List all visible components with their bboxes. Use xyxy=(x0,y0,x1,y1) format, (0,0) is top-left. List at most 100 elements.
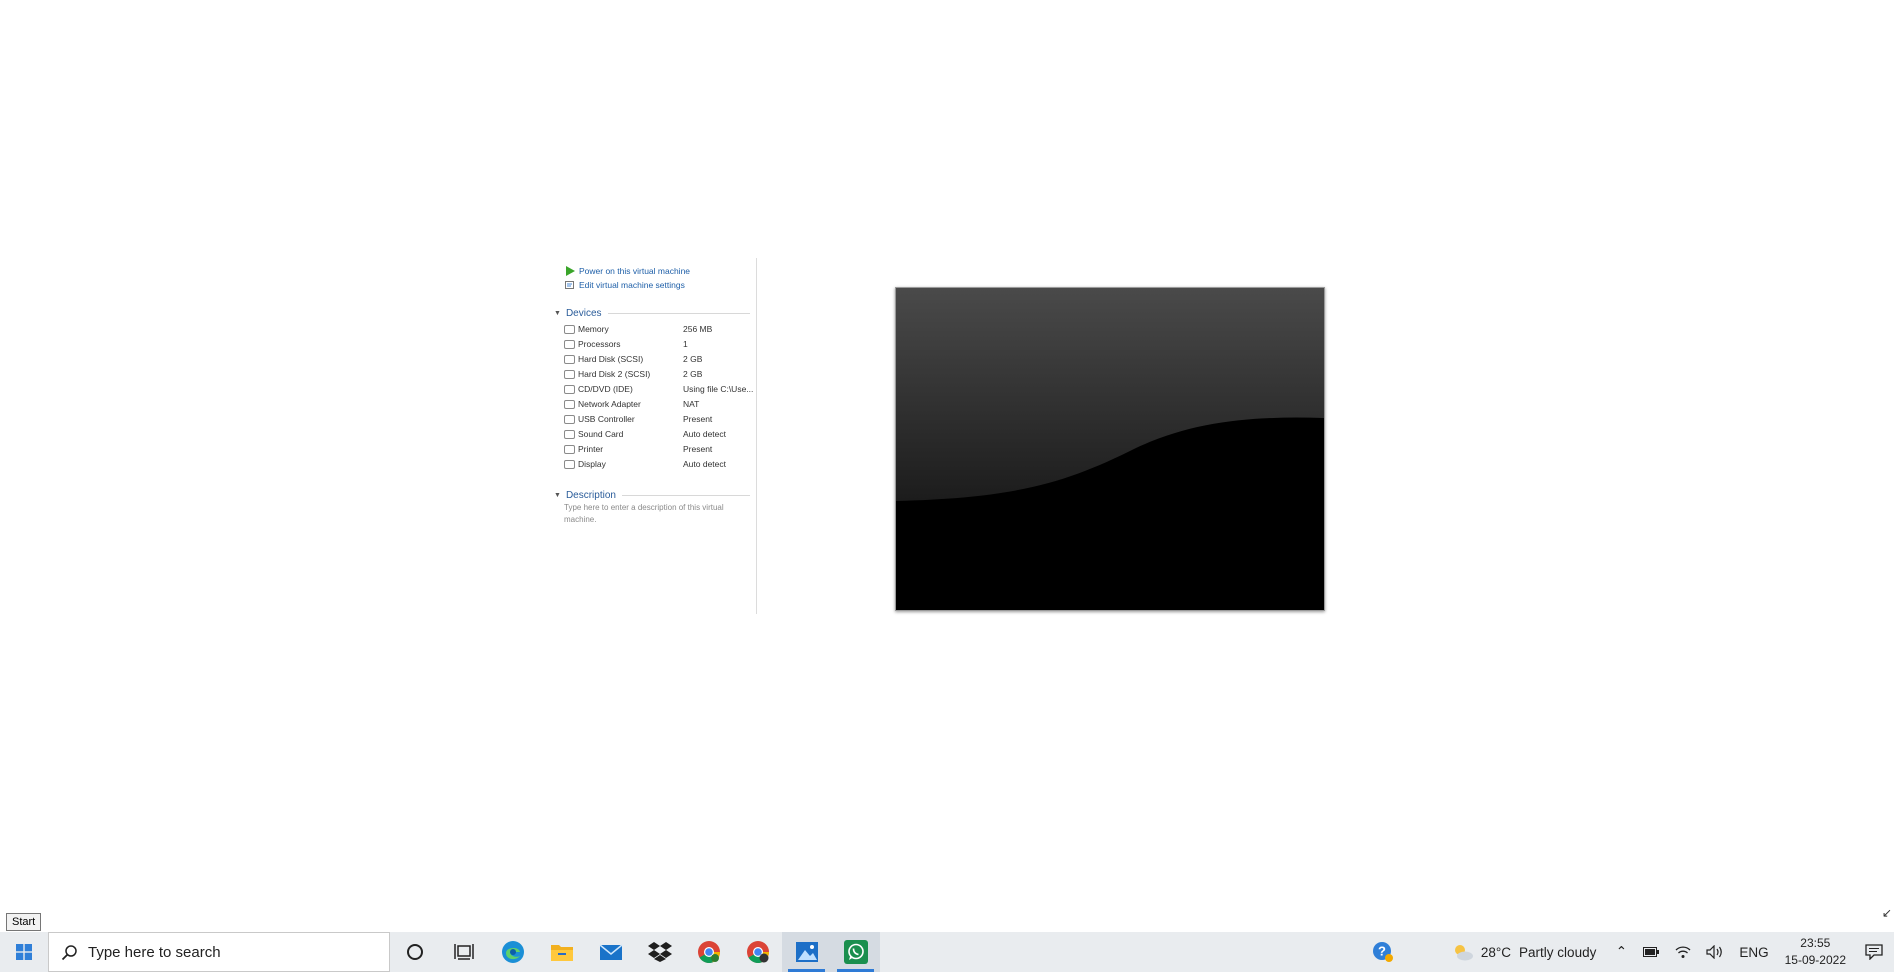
device-value: NAT xyxy=(683,399,700,409)
speaker-icon xyxy=(564,429,575,439)
help-icon: ? xyxy=(1372,942,1393,962)
svg-text:?: ? xyxy=(1378,944,1386,959)
device-row[interactable]: Sound Card Auto detect xyxy=(564,427,756,441)
device-row[interactable]: Network Adapter NAT xyxy=(564,397,756,411)
task-view-icon xyxy=(453,944,474,960)
mail-button[interactable] xyxy=(586,932,635,972)
usb-icon xyxy=(564,414,575,424)
start-button[interactable] xyxy=(0,932,48,972)
device-name: Hard Disk 2 (SCSI) xyxy=(578,369,651,379)
devices-heading: Devices xyxy=(565,307,602,319)
search-icon xyxy=(61,944,77,960)
notification-icon xyxy=(1865,944,1883,960)
edge-button[interactable] xyxy=(488,932,537,972)
device-value: 2 GB xyxy=(683,354,703,364)
chrome-profile-button[interactable] xyxy=(733,932,782,972)
edit-vm-settings-link[interactable]: Edit virtual machine settings xyxy=(564,278,685,292)
device-name: Processors xyxy=(578,339,621,349)
device-name: Sound Card xyxy=(578,429,624,439)
file-explorer-icon xyxy=(550,945,573,961)
battery-button[interactable] xyxy=(1635,932,1667,972)
photos-button[interactable] xyxy=(782,932,831,972)
file-explorer-button[interactable] xyxy=(537,932,586,972)
device-row[interactable]: Hard Disk 2 (SCSI) 2 GB xyxy=(564,367,756,381)
language-indicator[interactable]: ENG xyxy=(1731,932,1776,972)
wifi-icon xyxy=(1675,946,1691,958)
device-name: Display xyxy=(578,459,606,469)
device-row[interactable]: Memory 256 MB xyxy=(564,322,756,336)
device-value: Present xyxy=(683,414,713,424)
vm-summary-panel: Power on this virtual machine Edit virtu… xyxy=(552,258,757,614)
volume-button[interactable] xyxy=(1699,932,1731,972)
device-value: Auto detect xyxy=(683,459,727,469)
dropbox-icon xyxy=(647,942,672,962)
network-adapter-icon xyxy=(564,399,575,409)
collapse-arrow-icon: ▼ xyxy=(554,309,561,317)
edit-settings-label: Edit virtual machine settings xyxy=(579,280,685,290)
device-value: 256 MB xyxy=(683,324,713,334)
edge-icon xyxy=(501,941,524,963)
chevron-up-icon: ⌃ xyxy=(1615,944,1627,959)
taskbar-search-box[interactable]: Type here to search xyxy=(48,932,390,972)
help-button[interactable]: ? xyxy=(1358,932,1408,972)
devices-section-header[interactable]: ▼ Devices xyxy=(554,306,750,320)
memory-icon xyxy=(564,324,575,334)
vm-preview-graphic xyxy=(896,288,1324,610)
system-tray: ? 28°C Partly cloudy ⌃ ENG 23:55 15-09-2… xyxy=(1358,932,1894,972)
task-view-button[interactable] xyxy=(439,932,488,972)
clock-time: 23:55 xyxy=(1800,936,1831,950)
divider xyxy=(621,494,750,496)
device-row[interactable]: Hard Disk (SCSI) 2 GB xyxy=(564,352,756,366)
description-heading: Description xyxy=(565,489,616,501)
divider xyxy=(607,312,750,314)
device-name: Memory xyxy=(578,324,609,334)
hard-disk-icon xyxy=(564,354,575,364)
cd-dvd-icon xyxy=(564,384,575,394)
dropbox-button[interactable] xyxy=(635,932,684,972)
weather-temp: 28°C xyxy=(1480,944,1512,960)
device-value: 1 xyxy=(683,339,688,349)
play-icon xyxy=(564,266,575,277)
clock[interactable]: 23:55 15-09-2022 xyxy=(1777,932,1854,972)
device-name: Network Adapter xyxy=(578,399,641,409)
description-field[interactable]: Type here to enter a description of this… xyxy=(564,502,734,526)
windows-logo-icon xyxy=(16,944,32,960)
processor-icon xyxy=(564,339,575,349)
search-placeholder: Type here to search xyxy=(88,943,221,961)
device-name: CD/DVD (IDE) xyxy=(578,384,633,394)
device-row[interactable]: CD/DVD (IDE) Using file C:\Use... xyxy=(564,382,756,396)
weather-widget[interactable]: 28°C Partly cloudy xyxy=(1446,932,1601,972)
device-row[interactable]: Printer Present xyxy=(564,442,756,456)
partly-cloudy-icon xyxy=(1454,945,1473,961)
cortana-button[interactable] xyxy=(390,932,439,972)
chrome-icon xyxy=(697,941,720,963)
show-hidden-icons-button[interactable]: ⌃ xyxy=(1607,932,1635,972)
power-on-vm-link[interactable]: Power on this virtual machine xyxy=(564,264,690,278)
monitor-icon xyxy=(564,459,575,469)
speaker-icon xyxy=(1706,945,1723,959)
whatsapp-button[interactable] xyxy=(831,932,880,972)
device-row[interactable]: Processors 1 xyxy=(564,337,756,351)
weather-condition: Partly cloudy xyxy=(1519,944,1597,960)
battery-icon xyxy=(1643,947,1660,957)
notifications-button[interactable] xyxy=(1854,932,1894,972)
device-row[interactable]: Display Auto detect xyxy=(564,457,756,471)
vm-screen-preview[interactable] xyxy=(895,287,1325,611)
device-name: USB Controller xyxy=(578,414,635,424)
whatsapp-icon xyxy=(843,940,868,964)
collapse-arrow-icon: ▼ xyxy=(554,491,561,499)
device-name: Hard Disk (SCSI) xyxy=(578,354,644,364)
device-value: Using file C:\Use... xyxy=(683,384,754,394)
chrome-profile-icon xyxy=(746,941,769,963)
chrome-button[interactable] xyxy=(684,932,733,972)
cortana-icon xyxy=(406,944,423,960)
resize-arrow-icon: ↙ xyxy=(1881,906,1892,920)
device-row[interactable]: USB Controller Present xyxy=(564,412,756,426)
device-value: Auto detect xyxy=(683,429,727,439)
description-section-header[interactable]: ▼ Description xyxy=(554,488,750,502)
taskbar: Type here to search ? 28°C Partly cloudy… xyxy=(0,932,1894,972)
device-value: Present xyxy=(683,444,713,454)
hard-disk-icon xyxy=(564,369,575,379)
network-button[interactable] xyxy=(1667,932,1699,972)
power-on-label: Power on this virtual machine xyxy=(579,266,691,276)
